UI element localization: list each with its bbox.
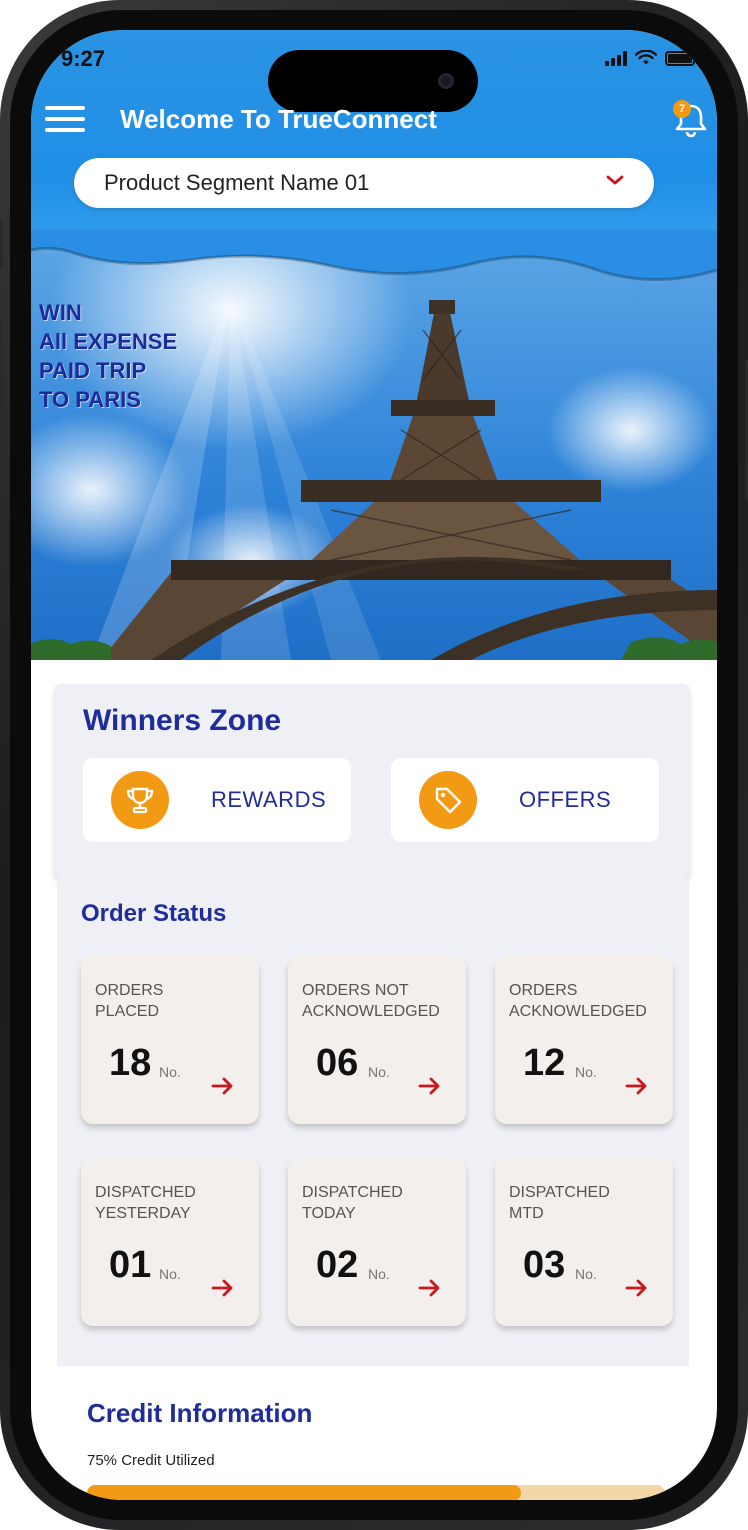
cellular-signal-icon [605,50,627,66]
app-title: Welcome To TrueConnect [120,104,437,134]
order-card-label-line: YESTERDAY [95,1205,191,1222]
tag-icon [419,771,477,829]
order-card-unit: No. [159,1064,181,1080]
order-card-label-line: TODAY [302,1205,356,1222]
order-card-label-line: PLACED [95,1003,160,1020]
arrow-right-icon [211,1077,233,1095]
notification-badge: 7 [673,100,691,118]
wifi-icon [635,50,657,65]
action-button [0,220,3,270]
order-card-label-line: ORDERS [95,982,164,999]
hamburger-menu-icon[interactable] [45,106,85,132]
order-card-value: 06 [316,1042,359,1084]
order-card-unit: No. [159,1266,181,1282]
rewards-label: REWARDS [211,787,327,812]
order-card-value: 03 [523,1244,566,1286]
credit-progress-fill [87,1485,521,1500]
orders-acknowledged-card[interactable]: ORDERS ACKNOWLEDGED 12 No. [495,956,673,1124]
volume-up-button [0,320,3,410]
tree-line [31,637,717,660]
order-card-label: ORDERS NOT ACKNOWLEDGED [302,980,440,1022]
arrow-right-icon [418,1077,440,1095]
arrow-right-icon [211,1279,233,1297]
order-card-label-line: ORDERS NOT [302,982,409,999]
banner-headline: WIN All EXPENSE PAID TRIP TO PARIS [39,298,177,414]
order-card-value: 18 [109,1042,152,1084]
order-card-label-line: ACKNOWLEDGED [302,1003,440,1020]
order-card-label: ORDERS PLACED [95,980,163,1022]
trophy-icon [111,771,169,829]
offers-label: OFFERS [519,787,612,812]
dynamic-island [268,50,478,112]
banner-line: PAID TRIP [39,358,147,383]
dispatched-yesterday-card[interactable]: DISPATCHED YESTERDAY 01 No. [81,1158,259,1326]
order-card-unit: No. [575,1064,597,1080]
order-card-value: 01 [109,1244,152,1286]
order-card-label: ORDERS ACKNOWLEDGED [509,980,647,1022]
banner-wave-edge [31,230,717,281]
arrow-right-icon [625,1077,647,1095]
credit-utilized-text: 75% Credit Utilized [87,1452,215,1469]
promo-banner[interactable]: WIN All EXPENSE PAID TRIP TO PARIS [31,230,717,660]
banner-line: WIN [39,300,82,325]
order-card-label: DISPATCHED TODAY [302,1182,403,1224]
dispatched-mtd-card[interactable]: DISPATCHED MTD 03 No. [495,1158,673,1326]
order-card-unit: No. [575,1266,597,1282]
credit-information-title: Credit Information [87,1398,313,1428]
order-card-label-line: DISPATCHED [509,1184,610,1201]
order-card-label: DISPATCHED YESTERDAY [95,1182,196,1224]
winners-zone-card: Winners Zone REWARDS OFFERS [55,684,689,878]
battery-icon [665,50,698,66]
order-card-unit: No. [368,1266,390,1282]
volume-down-button [0,430,3,520]
arrow-right-icon [418,1279,440,1297]
order-card-label-line: ORDERS [509,982,578,999]
credit-progress-bar [87,1485,665,1500]
banner-line: TO PARIS [39,387,141,412]
chevron-down-icon [606,175,624,185]
banner-line: All EXPENSE [39,329,178,354]
order-card-label-line: ACKNOWLEDGED [509,1003,647,1020]
dispatched-today-card[interactable]: DISPATCHED TODAY 02 No. [288,1158,466,1326]
order-status-section: Order Status ORDERS PLACED 18 No. ORDERS… [57,878,689,1366]
order-status-title: Order Status [81,900,227,927]
order-card-label-line: DISPATCHED [95,1184,196,1201]
notification-bell-button[interactable]: 7 [671,100,711,140]
status-icons [605,50,698,66]
orders-placed-card[interactable]: ORDERS PLACED 18 No. [81,956,259,1124]
winners-zone-title: Winners Zone [83,704,282,737]
order-card-label: DISPATCHED MTD [509,1182,610,1224]
order-card-value: 02 [316,1244,359,1286]
product-segment-dropdown[interactable]: Product Segment Name 01 [74,158,654,208]
app-screen: 9:27 Welcome To TrueConnect 7 Product Se… [31,30,717,1500]
segment-selected-value: Product Segment Name 01 [104,170,370,195]
arrow-right-icon [625,1279,647,1297]
order-card-value: 12 [523,1042,566,1084]
status-time: 9:27 [61,46,106,71]
offers-button[interactable]: OFFERS [391,758,659,842]
order-card-unit: No. [368,1064,390,1080]
order-card-label-line: MTD [509,1205,544,1222]
order-card-label-line: DISPATCHED [302,1184,403,1201]
rewards-button[interactable]: REWARDS [83,758,351,842]
orders-not-acknowledged-card[interactable]: ORDERS NOT ACKNOWLEDGED 06 No. [288,956,466,1124]
